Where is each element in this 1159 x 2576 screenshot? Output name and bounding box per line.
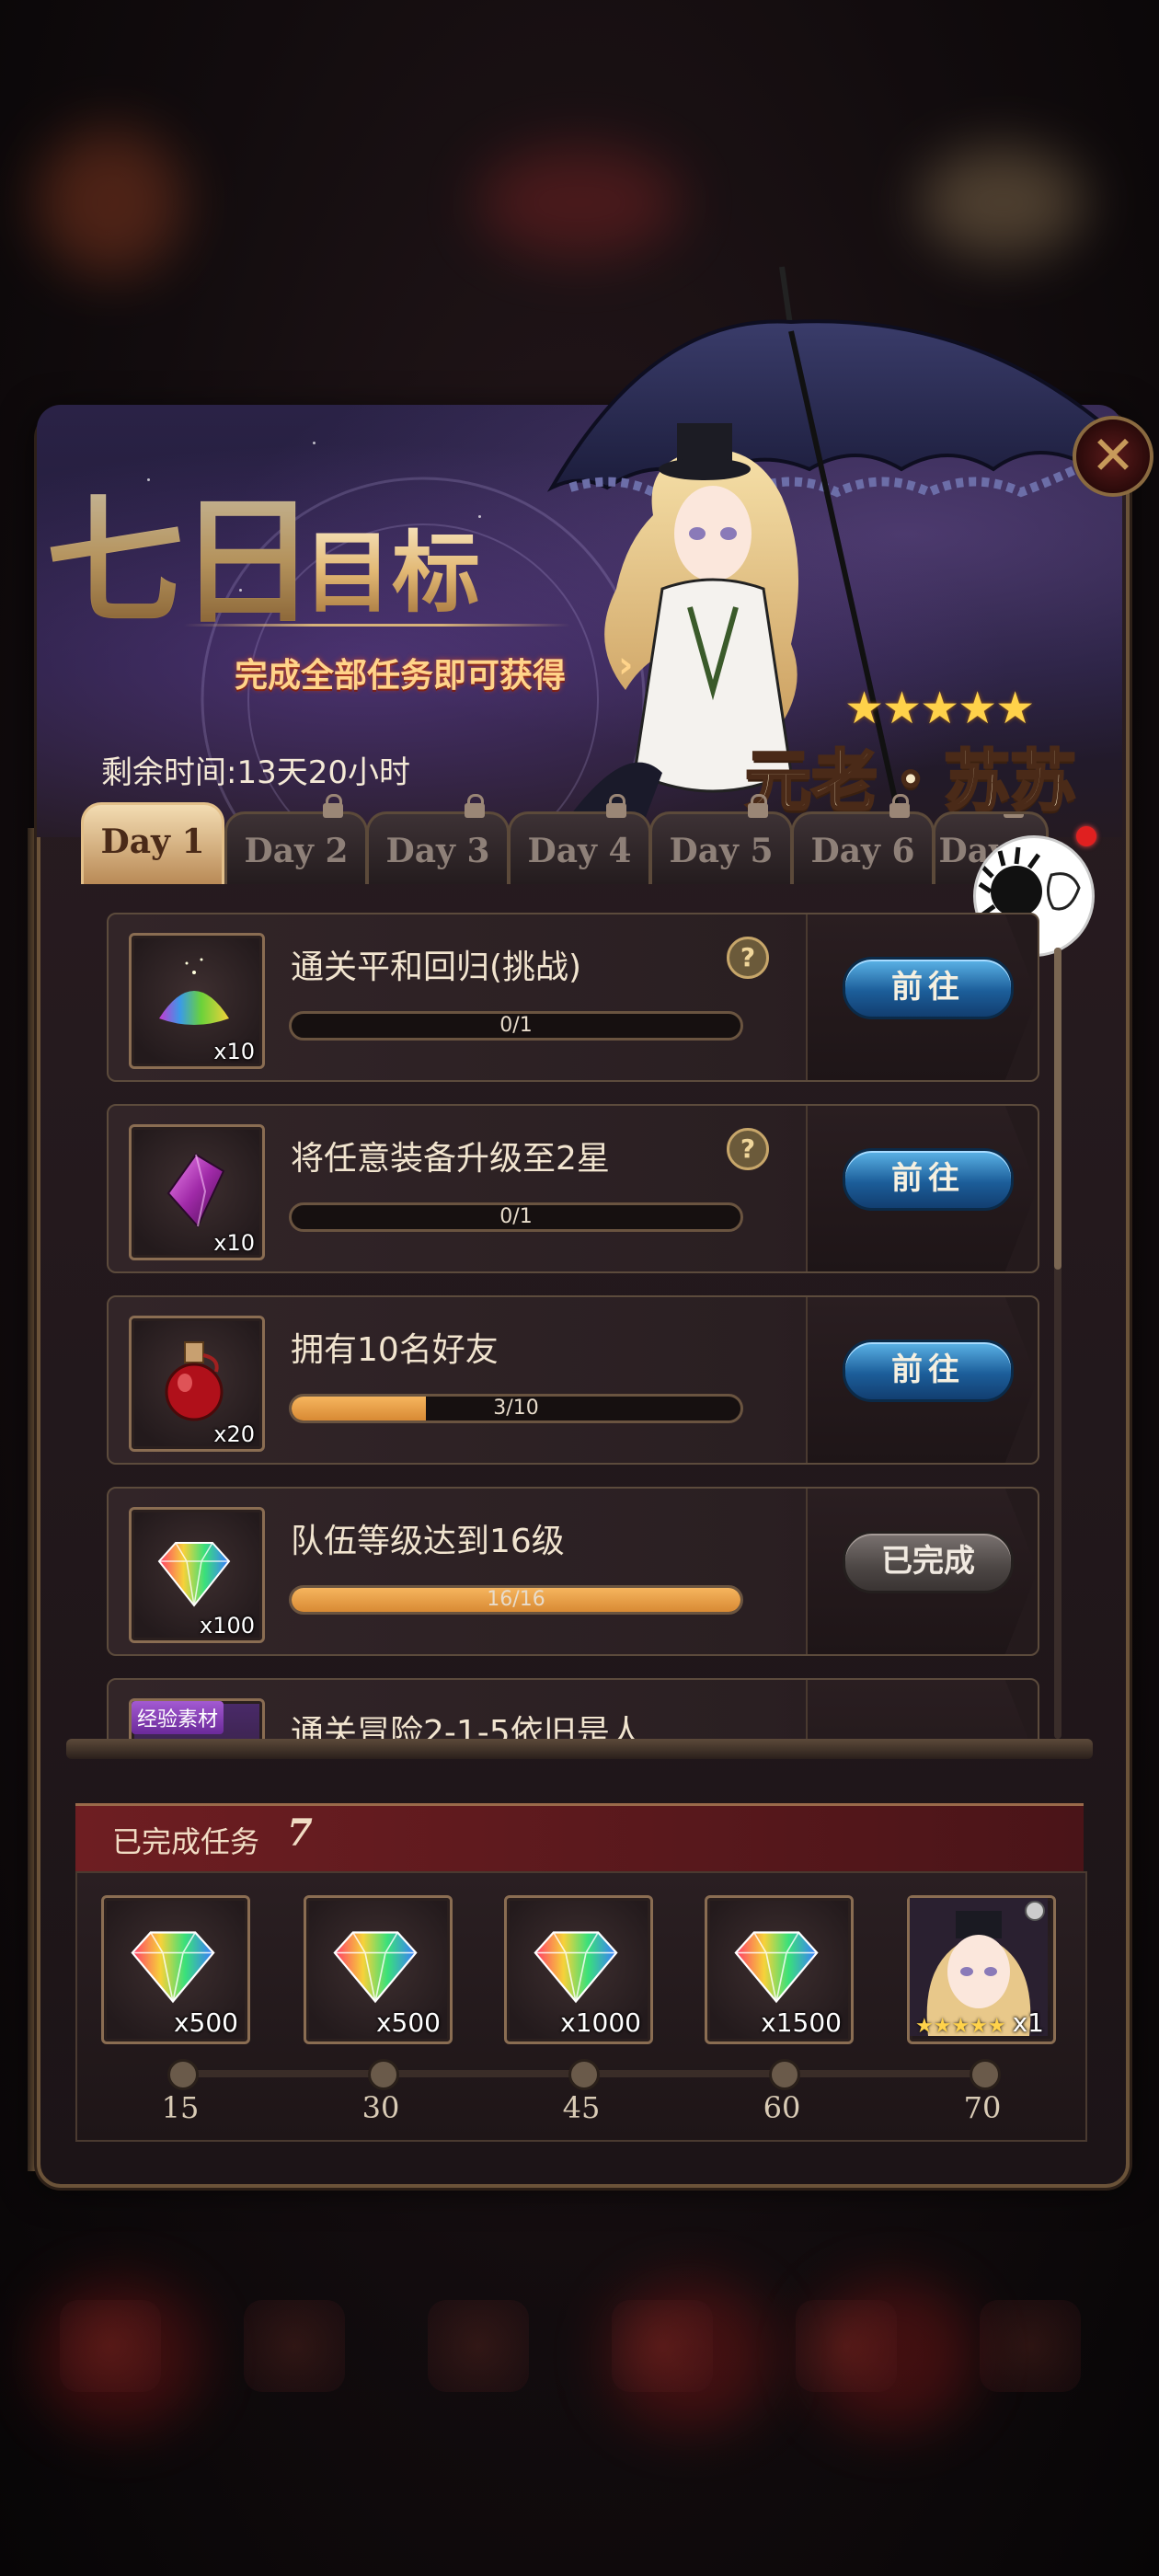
remaining-time: 剩余时间:13天20小时 bbox=[101, 754, 410, 791]
tab-day-2[interactable]: Day 2 bbox=[224, 794, 368, 884]
task-row: x10 通关平和回归(挑战) ? 0/1 前往 bbox=[107, 913, 1039, 1082]
milestone-node bbox=[769, 2059, 800, 2090]
task-row: 经验素材 通关冒险2-1-5依旧是人 bbox=[107, 1678, 1039, 1739]
progress-bar: 0/1 bbox=[289, 1202, 743, 1232]
action-area bbox=[806, 1680, 1038, 1739]
go-button[interactable]: 前往 bbox=[843, 957, 1014, 1019]
milestone-reward[interactable]: x500 bbox=[101, 1895, 250, 2044]
item-quantity: x500 bbox=[375, 2007, 441, 2038]
item-quantity: x1000 bbox=[560, 2007, 641, 2038]
tab-day-1[interactable]: Day 1 bbox=[81, 802, 224, 884]
task-row: x10 将任意装备升级至2星 ? 0/1 前往 bbox=[107, 1104, 1039, 1273]
tab-day-5[interactable]: Day 5 bbox=[649, 794, 793, 884]
completed-tasks-header: 已完成任务 7 bbox=[75, 1803, 1084, 1874]
completed-tasks-count: 7 bbox=[287, 1811, 313, 1855]
task-row: x100 队伍等级达到16级 16/16 已完成 bbox=[107, 1487, 1039, 1656]
item-quantity: x10 bbox=[213, 1039, 255, 1064]
chevron-right-icon[interactable]: › bbox=[618, 644, 633, 686]
reward-item-frame[interactable]: x100 bbox=[129, 1507, 265, 1643]
task-title: 队伍等级达到16级 bbox=[291, 1523, 565, 1560]
item-quantity: x10 bbox=[213, 1230, 255, 1256]
lock-icon bbox=[889, 794, 910, 818]
help-icon[interactable]: ? bbox=[727, 937, 769, 979]
item-quantity: x500 bbox=[173, 2007, 238, 2038]
milestone-node bbox=[368, 2059, 399, 2090]
lock-icon bbox=[1004, 814, 1024, 818]
milestone-value: 70 bbox=[963, 2090, 1002, 2125]
reward-item-frame[interactable]: x10 bbox=[129, 1124, 265, 1260]
nav-shop-dimmed bbox=[966, 2300, 1095, 2429]
milestone-node bbox=[167, 2059, 199, 2090]
progress-bar: 16/16 bbox=[289, 1585, 743, 1615]
nav-home-dimmed bbox=[46, 2300, 175, 2429]
task-title: 通关平和回归(挑战) bbox=[291, 949, 582, 986]
reward-item-frame[interactable]: x20 bbox=[129, 1316, 265, 1452]
item-quantity: x20 bbox=[213, 1421, 255, 1447]
lock-icon bbox=[606, 794, 626, 818]
milestone-value: 60 bbox=[763, 2090, 801, 2125]
lock-icon bbox=[748, 794, 768, 818]
nav-summon-dimmed bbox=[782, 2300, 911, 2429]
milestone-value: 15 bbox=[161, 2090, 200, 2125]
lock-icon bbox=[465, 794, 485, 818]
scrollbar-thumb[interactable] bbox=[1054, 948, 1061, 1270]
title-divider bbox=[184, 624, 570, 627]
item-quantity: x1500 bbox=[761, 2007, 842, 2038]
milestone-reward[interactable]: x500 bbox=[304, 1895, 453, 2044]
milestone-value: 30 bbox=[361, 2090, 400, 2125]
completed-tasks-label: 已完成任务 bbox=[112, 1824, 260, 1859]
milestone-reward[interactable]: x1500 bbox=[705, 1895, 854, 2044]
lock-icon bbox=[323, 794, 343, 818]
nav-tasks-dimmed bbox=[598, 2300, 727, 2429]
task-row: x20 拥有10名好友 3/10 前往 bbox=[107, 1295, 1039, 1465]
help-icon[interactable]: ? bbox=[727, 1128, 769, 1170]
title-seven-days: 七日 bbox=[46, 451, 316, 650]
tab-day-6[interactable]: Day 6 bbox=[791, 794, 935, 884]
milestone-node bbox=[970, 2059, 1001, 2090]
tab-day-4[interactable]: Day 4 bbox=[508, 794, 651, 884]
close-button[interactable]: ✕ bbox=[1073, 416, 1153, 497]
progress-bar: 0/1 bbox=[289, 1011, 743, 1041]
reward-hint-link[interactable]: 完成全部任务即可获得 bbox=[235, 649, 566, 696]
completed-button[interactable]: 已完成 bbox=[843, 1531, 1014, 1593]
list-frame-bottom bbox=[66, 1739, 1093, 1759]
nav-map-dimmed bbox=[230, 2300, 359, 2429]
exp-material-tag: 经验素材 bbox=[132, 1701, 224, 1734]
task-title: 通关冒险2-1-5依旧是人 bbox=[291, 1714, 643, 1739]
task-title: 拥有10名好友 bbox=[291, 1331, 499, 1369]
milestone-node bbox=[568, 2059, 600, 2090]
go-button[interactable]: 前往 bbox=[843, 1340, 1014, 1402]
milestone-reward[interactable]: x1000 bbox=[504, 1895, 653, 2044]
item-quantity: x100 bbox=[199, 1613, 255, 1639]
milestone-reward[interactable]: ★★★★★ x1 bbox=[907, 1895, 1056, 2044]
task-list[interactable]: x10 通关平和回归(挑战) ? 0/1 前往 x10 将任意装备升级至2星 ?… bbox=[88, 883, 1073, 1739]
tab-day-3[interactable]: Day 3 bbox=[366, 794, 510, 884]
milestone-value: 45 bbox=[562, 2090, 601, 2125]
reward-item-frame[interactable]: x10 bbox=[129, 933, 265, 1069]
nav-team-dimmed bbox=[414, 2300, 543, 2429]
reward-item-frame[interactable]: 经验素材 bbox=[129, 1698, 265, 1739]
go-button[interactable]: 前往 bbox=[843, 1148, 1014, 1211]
task-title: 将任意装备升级至2星 bbox=[291, 1140, 610, 1178]
character-name: 元老・苏苏 bbox=[743, 741, 1077, 822]
notification-dot bbox=[1076, 826, 1096, 846]
progress-bar: 3/10 bbox=[289, 1394, 743, 1423]
item-quantity: x1 bbox=[1012, 2007, 1044, 2038]
rarity-stars: ★★★★★ bbox=[915, 2015, 1006, 2038]
title-goals: 目标 bbox=[304, 501, 480, 629]
